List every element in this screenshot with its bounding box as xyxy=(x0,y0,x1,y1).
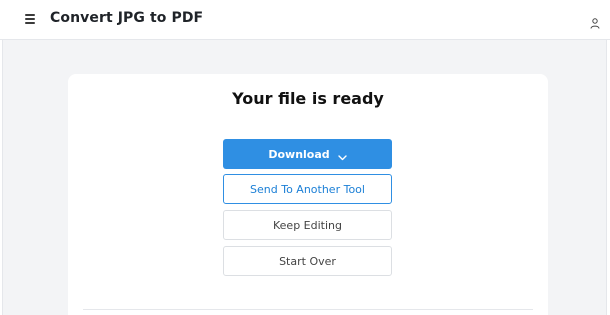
left-panel-edge xyxy=(0,40,3,315)
hamburger-menu-icon[interactable] xyxy=(25,14,35,24)
chevron-down-icon xyxy=(337,151,347,161)
send-button-label: Send To Another Tool xyxy=(250,182,365,196)
app-window: Convert JPG to PDF Your file is ready Do… xyxy=(0,0,610,315)
start-over-button[interactable]: Start Over xyxy=(223,246,392,276)
keep-editing-button[interactable]: Keep Editing xyxy=(223,210,392,240)
keep-editing-label: Keep Editing xyxy=(273,218,342,232)
download-button-label: Download xyxy=(268,147,330,161)
download-button[interactable]: Download xyxy=(223,139,392,169)
card-divider xyxy=(83,309,533,310)
user-icon[interactable] xyxy=(590,14,600,29)
send-to-another-tool-button[interactable]: Send To Another Tool xyxy=(223,174,392,204)
page-title: Convert JPG to PDF xyxy=(50,10,204,26)
result-heading: Your file is ready xyxy=(232,89,384,108)
start-over-label: Start Over xyxy=(279,254,336,268)
right-panel-edge xyxy=(606,40,610,315)
top-bar: Convert JPG to PDF xyxy=(0,0,610,40)
